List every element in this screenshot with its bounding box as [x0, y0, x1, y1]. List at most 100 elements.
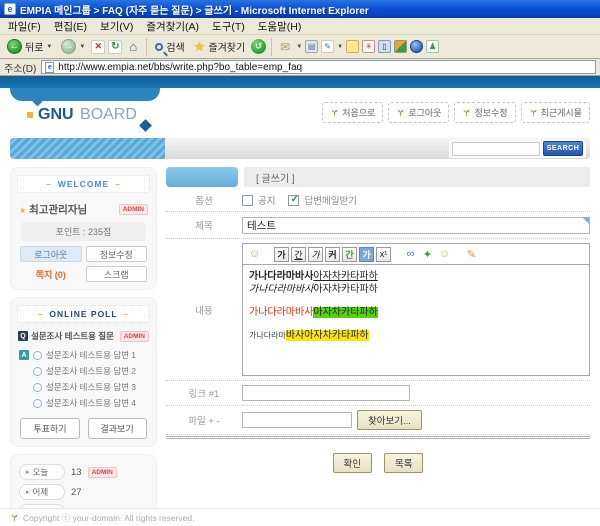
toolbar-separator	[146, 38, 147, 56]
content-line: 가나다라마바사아자차카타파하	[249, 306, 583, 319]
reply-mail-checkbox[interactable]	[288, 195, 299, 206]
content-line: 가나다라마바사아자차카타파하	[249, 270, 583, 283]
refresh-button[interactable]: ↻	[108, 40, 122, 54]
link-row: 링크 #1	[166, 381, 590, 406]
poll-radio-4[interactable]	[33, 399, 42, 408]
header-link-edit-info[interactable]: 정보수정	[454, 102, 515, 123]
favorites-button[interactable]: ★ 즐겨찾기	[191, 38, 248, 56]
discuss-button[interactable]	[346, 40, 359, 53]
poll-option-label: 설문조사 테스트용 답변 4	[46, 397, 136, 409]
menu-tools[interactable]: 도구(T)	[212, 19, 245, 34]
dash-decoration: –	[124, 309, 130, 319]
editor-link-button[interactable]: ∞	[403, 247, 418, 262]
menu-edit[interactable]: 편집(E)	[54, 19, 87, 34]
list-button[interactable]: 목록	[384, 453, 423, 473]
file-input[interactable]	[242, 412, 352, 428]
forward-icon: →	[61, 39, 76, 54]
poll-radio-3[interactable]	[33, 383, 42, 392]
poll-result-button[interactable]: 결과보기	[88, 418, 147, 439]
menu-view[interactable]: 보기(V)	[100, 19, 133, 34]
subject-input[interactable]	[242, 217, 590, 234]
stat-row-today: 오늘 13 ADMIN	[17, 462, 150, 482]
forward-button[interactable]: → ▼	[58, 38, 88, 55]
ie-search-button[interactable]: 검색	[152, 38, 187, 55]
logout-button[interactable]: 로그아웃	[20, 246, 82, 262]
submit-button[interactable]: 확인	[333, 453, 372, 473]
mail-dropdown-icon[interactable]: ▼	[296, 44, 302, 50]
address-label: 주소(D)	[4, 60, 36, 75]
poll-option: 설문조사 테스트용 답변 4	[17, 395, 150, 411]
forward-dropdown-icon[interactable]: ▼	[79, 44, 85, 50]
mail-button[interactable]: ✉	[277, 39, 293, 55]
vote-button[interactable]: 투표하기	[20, 418, 79, 439]
stat-label: 어제	[19, 484, 65, 500]
welcome-box-title: –WELCOME–	[17, 175, 150, 193]
site-search-button[interactable]: SEARCH	[543, 141, 583, 156]
sidebar: –WELCOME– 최고관리자님 ADMIN 포인트 : 235점 로그아웃 정…	[10, 167, 157, 526]
print-button[interactable]: ▤	[305, 40, 318, 53]
editor-pencil-button[interactable]: ✎	[464, 247, 479, 262]
content-line: 가나다라마바사아자차카타파하	[249, 283, 583, 296]
board-tab-decoration	[166, 167, 238, 187]
browse-button[interactable]: 찾아보기...	[357, 410, 422, 430]
poll-radio-2[interactable]	[33, 367, 42, 376]
editor-font-color-button[interactable]: 간	[342, 247, 357, 262]
site-logo[interactable]: GNU BOARD	[38, 106, 137, 124]
edit-button[interactable]: ✎	[321, 40, 334, 53]
content-textarea[interactable]: 가나다라마바사아자차카타파하 가나다라마바사아자차카타파하 가나다라마바사아자차…	[242, 264, 590, 376]
menu-file[interactable]: 파일(F)	[8, 19, 41, 34]
home-button[interactable]: ⌂	[125, 39, 141, 55]
messenger-alert-button[interactable]: ✳	[362, 40, 375, 53]
ie-favicon-icon: e	[4, 3, 16, 15]
header-link-label: 정보수정	[474, 106, 507, 119]
edit-info-button[interactable]: 정보수정	[86, 246, 148, 262]
browser-toolbar: ← 뒤로 ▼ → ▼ ✕ ↻ ⌂ 검색 ★ 즐겨찾기 ↺ ✉ ▼ ▤ ✎ ▼ ✳…	[0, 35, 600, 59]
research-button[interactable]: ▯	[378, 40, 391, 53]
stat-row-yesterday: 어제 27	[17, 482, 150, 502]
editor-superscript-button[interactable]: x¹	[376, 247, 391, 262]
edit-dropdown-icon[interactable]: ▼	[337, 44, 343, 50]
windows-button[interactable]	[394, 40, 407, 53]
file-label: 파일 + -	[166, 413, 242, 427]
memo-button[interactable]: 쪽지 (0)	[20, 266, 82, 282]
address-input[interactable]: e http://www.empia.net/bbs/write.php?bo_…	[41, 60, 596, 74]
editor-smiley-button[interactable]: ☺	[437, 247, 452, 262]
editor-font-size-button[interactable]: 커	[325, 247, 340, 262]
site-search-input[interactable]	[452, 142, 540, 156]
back-button[interactable]: ← 뒤로 ▼	[4, 38, 55, 55]
window-title: EMPIA 메인그룹 > FAQ (자주 묻는 질문) > 글쓰기 - Micr…	[20, 2, 369, 17]
scrap-button[interactable]: 스크랩	[86, 266, 148, 282]
poll-option: A 설문조사 테스트용 답변 1	[17, 347, 150, 363]
history-button[interactable]: ↺	[251, 39, 266, 54]
poll-radio-1[interactable]	[33, 351, 42, 360]
editor-emoticon-button[interactable]: ☺	[247, 247, 262, 262]
point-display: 포인트 : 235점	[21, 222, 146, 241]
back-dropdown-icon[interactable]: ▼	[46, 44, 52, 50]
user-row: 최고관리자님 ADMIN	[17, 199, 150, 222]
header-link-logout[interactable]: 로그아웃	[388, 102, 449, 123]
editor-bold-button[interactable]: 가	[274, 247, 289, 262]
notice-checkbox[interactable]	[242, 195, 253, 206]
editor-bg-color-button[interactable]: 가	[359, 247, 374, 262]
editor-italic-button[interactable]: 가	[308, 247, 323, 262]
page-icon: e	[45, 62, 54, 73]
poll-question: 설문조사 테스트용 질문	[31, 330, 114, 342]
link-input[interactable]	[242, 385, 410, 401]
logo-text-board: BOARD	[80, 106, 137, 123]
menu-help[interactable]: 도움말(H)	[258, 19, 302, 34]
content-editor: ☺ 가 간 가 커 간 가 x¹ ∞ ✦	[242, 243, 590, 376]
top-banner	[0, 76, 600, 88]
web-assistant-button[interactable]	[410, 40, 423, 53]
stop-button[interactable]: ✕	[91, 40, 105, 54]
notice-label: 공지	[258, 193, 275, 207]
editor-image-button[interactable]: ✦	[420, 247, 435, 262]
header-link-home[interactable]: 처음으로	[322, 102, 383, 123]
admin-badge: ADMIN	[119, 204, 148, 215]
editor-underline-button[interactable]: 간	[291, 247, 306, 262]
logo-diamond-icon	[33, 97, 43, 107]
menu-favorites[interactable]: 즐겨찾기(A)	[146, 19, 199, 34]
header-link-recent-posts[interactable]: 최근게시물	[521, 102, 590, 123]
messenger-button[interactable]: ♟	[426, 40, 439, 53]
copyright-text: Copyright ⓒ your-domain. All rights rese…	[23, 512, 195, 524]
a-icon: A	[19, 350, 29, 360]
